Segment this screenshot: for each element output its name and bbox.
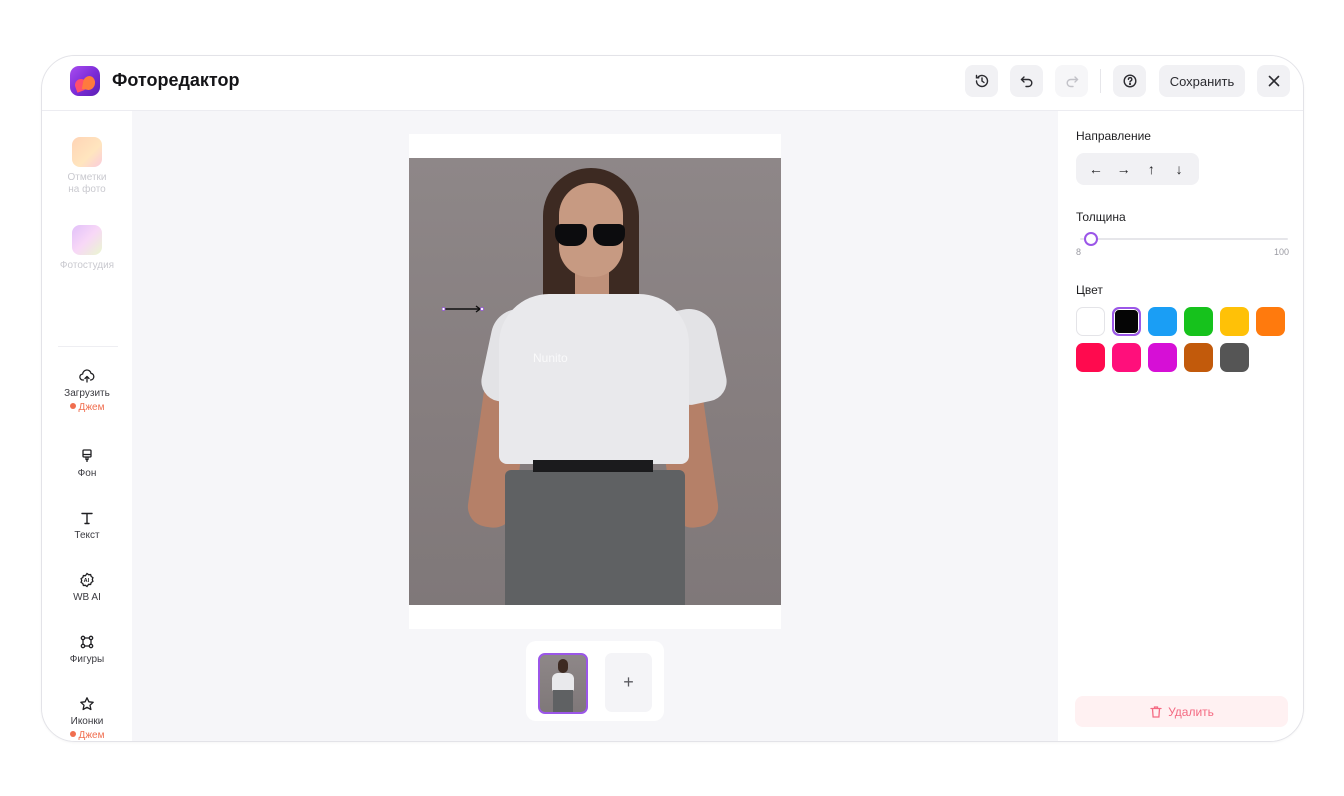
properties-panel: Направление ← → ↑ ↓ Толщина 8 100 Цвет У… — [1058, 111, 1303, 741]
color-swatch[interactable] — [1220, 307, 1249, 336]
thumbnail-shape — [558, 659, 568, 673]
thickness-max: 100 — [1273, 247, 1289, 257]
sidebar-item-photostudio[interactable]: Фотостудия — [42, 225, 132, 272]
page-thumbnails: + — [526, 641, 664, 721]
add-page-button[interactable]: + — [605, 653, 652, 712]
direction-up-button[interactable]: ↑ — [1139, 157, 1163, 181]
sidebar-item-icons[interactable]: Иконки Джем — [42, 696, 132, 741]
sidebar-item-label: Отметки — [67, 172, 107, 183]
save-button[interactable]: Сохранить — [1159, 65, 1245, 97]
color-swatch[interactable] — [1184, 307, 1213, 336]
direction-group: ← → ↑ ↓ — [1076, 153, 1199, 185]
delete-button[interactable]: Удалить — [1075, 696, 1288, 727]
svg-text:AI: AI — [84, 578, 90, 584]
color-swatch[interactable] — [1256, 307, 1285, 336]
jam-badge: Джем — [69, 402, 104, 414]
ai-icon: AI — [80, 572, 94, 588]
color-swatch[interactable] — [1076, 307, 1105, 336]
thickness-slider-thumb[interactable] — [1084, 232, 1098, 246]
help-icon — [1122, 74, 1137, 88]
color-swatch[interactable] — [1112, 307, 1141, 336]
close-icon — [1268, 75, 1279, 87]
color-swatch[interactable] — [1148, 307, 1177, 336]
app-logo — [70, 66, 100, 96]
color-label: Цвет — [1076, 283, 1103, 297]
direction-down-button[interactable]: ↓ — [1167, 157, 1191, 181]
tools-sidebar: Отметки на фото Фотостудия Загрузить Дже… — [42, 111, 132, 741]
brush-icon — [82, 449, 92, 462]
text-icon — [81, 512, 93, 525]
sidebar-item-label: Фигуры — [69, 654, 105, 665]
arrow-shape[interactable] — [442, 305, 484, 313]
app-title: Фоторедактор — [112, 70, 240, 90]
sidebar-item-photo-tags[interactable]: Отметки на фото — [42, 137, 132, 196]
photo-shape — [555, 224, 627, 246]
photo-shape — [499, 294, 689, 464]
sidebar-divider — [58, 346, 118, 347]
sidebar-item-upload[interactable]: Загрузить Джем — [42, 368, 132, 414]
photostudio-thumbnail — [72, 225, 102, 255]
header-divider — [1100, 69, 1101, 93]
redo-button[interactable] — [1055, 65, 1088, 97]
jam-badge: Джем — [69, 730, 104, 741]
sidebar-item-label: Фотостудия — [59, 260, 115, 271]
sidebar-item-shapes[interactable]: Фигуры — [42, 634, 132, 666]
sidebar-item-label: Фон — [77, 468, 97, 479]
sidebar-item-label: на фото — [68, 184, 106, 195]
undo-icon — [1020, 76, 1032, 88]
thickness-min: 8 — [1076, 247, 1082, 257]
close-button[interactable] — [1257, 65, 1290, 97]
photo-shape — [533, 460, 653, 472]
star-icon — [80, 697, 94, 711]
thickness-label: Толщина — [1076, 210, 1126, 224]
redo-icon — [1066, 76, 1078, 88]
sidebar-item-background[interactable]: Фон — [42, 448, 132, 480]
delete-label: Удалить — [1168, 704, 1214, 719]
undo-button[interactable] — [1010, 65, 1043, 97]
direction-label: Направление — [1076, 129, 1151, 143]
text-layer[interactable]: Nunito — [533, 351, 568, 365]
sidebar-item-text[interactable]: Текст — [42, 510, 132, 542]
history-icon — [975, 74, 988, 88]
sidebar-item-label: Иконки — [70, 716, 104, 727]
header: Фоторедактор Сохранить — [42, 56, 1303, 111]
sidebar-item-label: Текст — [74, 530, 100, 541]
history-button[interactable] — [965, 65, 998, 97]
thumbnail-shape — [552, 673, 574, 691]
thumbnail-shape — [553, 690, 573, 712]
color-swatch[interactable] — [1112, 343, 1141, 372]
direction-right-button[interactable]: → — [1112, 157, 1136, 181]
editor-window: Фоторедактор Сохранить Отметки на фото Ф… — [41, 55, 1304, 742]
trash-icon — [1150, 705, 1162, 718]
color-swatch[interactable] — [1076, 343, 1105, 372]
sidebar-item-label: Загрузить — [64, 388, 110, 399]
color-swatch[interactable] — [1220, 343, 1249, 372]
color-swatch[interactable] — [1148, 343, 1177, 372]
photo-shape — [505, 470, 685, 605]
upload-cloud-icon — [79, 369, 95, 383]
thickness-slider-track[interactable] — [1080, 238, 1288, 240]
product-photo[interactable]: Nunito — [409, 158, 781, 605]
sidebar-item-label: WB AI — [73, 592, 101, 603]
help-button[interactable] — [1113, 65, 1146, 97]
color-swatch[interactable] — [1184, 343, 1213, 372]
direction-left-button[interactable]: ← — [1084, 157, 1108, 181]
page-thumbnail-1[interactable] — [538, 653, 588, 714]
shapes-icon — [80, 635, 94, 649]
sidebar-item-wb-ai[interactable]: AI WB AI — [42, 572, 132, 604]
photo-tags-thumbnail — [72, 137, 102, 167]
